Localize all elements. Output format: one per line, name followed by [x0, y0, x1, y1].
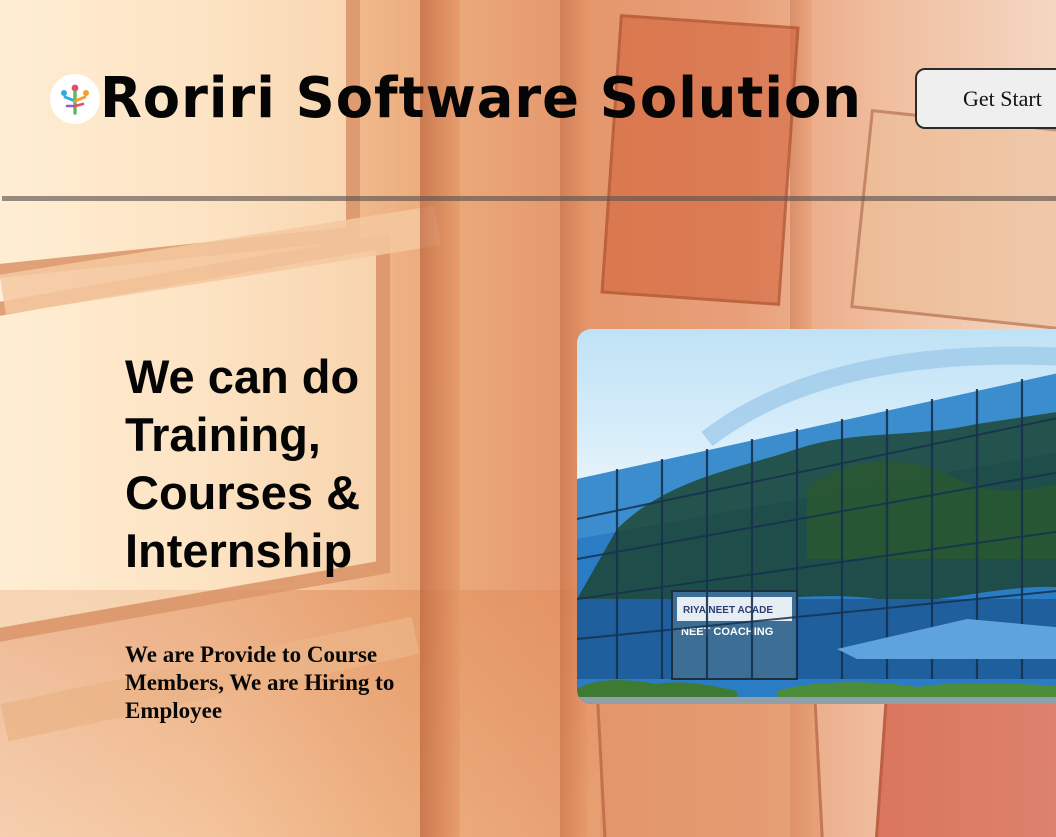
academy-sign-text: RIYA NEET ACADE: [683, 605, 773, 616]
hero-headline: We can do Training, Courses & Internship: [125, 350, 361, 577]
get-start-button[interactable]: Get Start: [915, 68, 1056, 129]
glass-office-building-icon: RIYA NEET ACADE NEET COACHING: [577, 329, 1056, 704]
brand-title[interactable]: Roriri Software Solution: [100, 66, 862, 131]
header-divider: [2, 196, 1056, 201]
people-tree-logo-icon[interactable]: [50, 74, 100, 124]
hero-subtext: We are Provide to Course Members, We are…: [125, 642, 395, 723]
site-header: Roriri Software Solution Get Start: [0, 0, 1056, 201]
